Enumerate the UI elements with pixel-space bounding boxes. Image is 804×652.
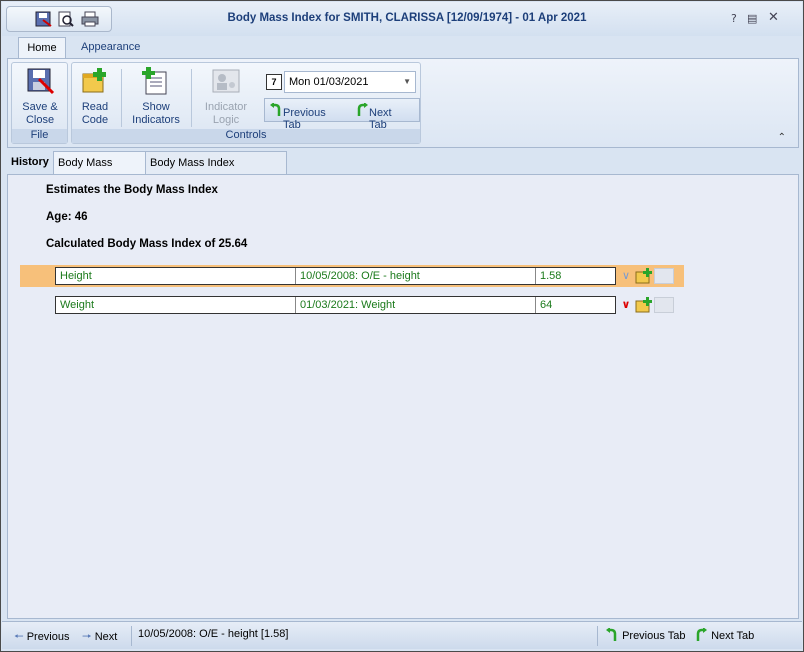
indicator-logic-label: Indicator Logic xyxy=(204,101,248,126)
tab-history[interactable]: History xyxy=(7,151,53,174)
content-panel: Estimates the Body Mass Index Age: 46 Ca… xyxy=(7,174,799,619)
show-indicators-label: Show Indicators xyxy=(132,101,180,126)
row-cells: Height 10/05/2008: O/E - height 1.58 xyxy=(55,267,616,285)
read-code-button[interactable]: Read Code xyxy=(72,67,118,127)
row-value[interactable]: 64 xyxy=(536,297,615,313)
indicator-logic-button[interactable]: Indicator Logic xyxy=(200,67,252,127)
quick-access-toolbar xyxy=(6,6,112,32)
status-separator xyxy=(597,626,598,646)
row-selector[interactable] xyxy=(20,294,54,316)
scan-icon[interactable] xyxy=(654,297,674,313)
print-preview-icon[interactable] xyxy=(57,11,75,27)
table-row[interactable]: Height 10/05/2008: O/E - height 1.58 ∨ xyxy=(20,265,684,287)
save-close-label: Save & Close xyxy=(22,101,58,126)
window-title: Body Mass Index for SMITH, CLARISSA [12/… xyxy=(227,12,587,24)
controls-group: Read Code Show Indicators Indicator Logic 7… xyxy=(71,62,421,144)
previous-tab-button[interactable]: Previous Tab xyxy=(269,102,326,131)
age-text: Age: 46 xyxy=(46,211,88,223)
next-tab-arrow-icon xyxy=(696,627,707,641)
controls-group-label: Controls xyxy=(72,129,420,143)
collapse-ribbon-icon[interactable]: ⌃ xyxy=(778,132,786,143)
date-value: Mon 01/03/2021 xyxy=(289,76,369,88)
date-picker[interactable]: 7 Mon 01/03/2021 ▼ xyxy=(266,71,416,93)
read-code-label: Read Code xyxy=(81,101,109,126)
status-previous-tab-button[interactable]: Previous Tab xyxy=(605,627,685,642)
add-code-icon[interactable] xyxy=(635,268,653,284)
row-cells: Weight 01/03/2021: Weight 64 xyxy=(55,296,616,314)
next-tab-arrow-icon xyxy=(357,102,368,116)
ribbon: Save & Close File Read Code Show Indicators xyxy=(7,58,799,148)
indicator-logic-icon xyxy=(210,69,242,98)
row-name: Height xyxy=(56,268,296,284)
heading-text: Estimates the Body Mass Index xyxy=(46,184,218,196)
arrow-left-icon: 🠔 xyxy=(14,631,24,643)
ribbon-tab-appearance[interactable]: Appearance xyxy=(73,37,148,59)
title-bar: Body Mass Index for SMITH, CLARISSA [12/… xyxy=(2,2,802,36)
restore-icon[interactable]: ▤ xyxy=(747,12,757,25)
calculated-bmi-text: Calculated Body Mass Index of 25.64 xyxy=(46,238,248,250)
help-icon[interactable]: ? xyxy=(731,12,737,25)
show-indicators-icon xyxy=(140,67,172,98)
row-selector[interactable] xyxy=(20,265,54,287)
tab-body-mass-index-evidence[interactable]: Body Mass Index Evidence xyxy=(146,151,287,191)
status-info: 10/05/2008: O/E - height [1.58] xyxy=(138,628,289,640)
separator xyxy=(191,69,192,127)
tab-body-mass-index[interactable]: Body Mass Index xyxy=(53,151,146,191)
row-value[interactable]: 1.58 xyxy=(536,268,615,284)
save-close-icon xyxy=(25,68,55,98)
status-bar: 🠔 Previous 🠖 Next 10/05/2008: O/E - heig… xyxy=(2,621,802,649)
status-separator xyxy=(131,626,132,646)
row-source[interactable]: 01/03/2021: Weight xyxy=(296,297,536,313)
file-group-label: File xyxy=(12,129,67,143)
chevron-down-icon[interactable]: ∨ xyxy=(619,268,633,284)
add-code-icon[interactable] xyxy=(635,297,653,313)
row-source[interactable]: 10/05/2008: O/E - height xyxy=(296,268,536,284)
calendar-icon[interactable]: 7 xyxy=(266,74,282,90)
row-name: Weight xyxy=(56,297,296,313)
status-next-button[interactable]: 🠖 Next xyxy=(82,628,117,647)
chevron-down-icon[interactable]: ∨ xyxy=(619,297,633,313)
print-icon[interactable] xyxy=(81,11,99,27)
save-close-small-icon[interactable] xyxy=(35,11,53,27)
scan-icon[interactable] xyxy=(654,268,674,284)
show-indicators-button[interactable]: Show Indicators xyxy=(130,67,182,127)
status-previous-button[interactable]: 🠔 Previous xyxy=(14,628,69,647)
save-close-button[interactable]: Save & Close xyxy=(17,67,63,127)
close-icon[interactable]: ✕ xyxy=(768,10,779,25)
previous-tab-arrow-icon xyxy=(270,102,281,116)
arrow-right-icon: 🠖 xyxy=(82,631,92,643)
separator xyxy=(121,69,122,127)
previous-tab-arrow-icon xyxy=(606,627,617,641)
status-next-tab-button[interactable]: Next Tab xyxy=(694,627,754,642)
read-code-icon xyxy=(80,68,110,98)
window: Body Mass Index for SMITH, CLARISSA [12/… xyxy=(0,0,804,652)
chevron-down-icon[interactable]: ▼ xyxy=(403,72,411,92)
file-group: Save & Close File xyxy=(11,62,68,144)
next-tab-button[interactable]: Next Tab xyxy=(355,102,392,131)
ribbon-tab-home[interactable]: Home xyxy=(18,37,66,59)
table-row[interactable]: Weight 01/03/2021: Weight 64 ∨ xyxy=(20,294,684,316)
tab-navigation: Previous Tab Next Tab xyxy=(264,98,420,131)
